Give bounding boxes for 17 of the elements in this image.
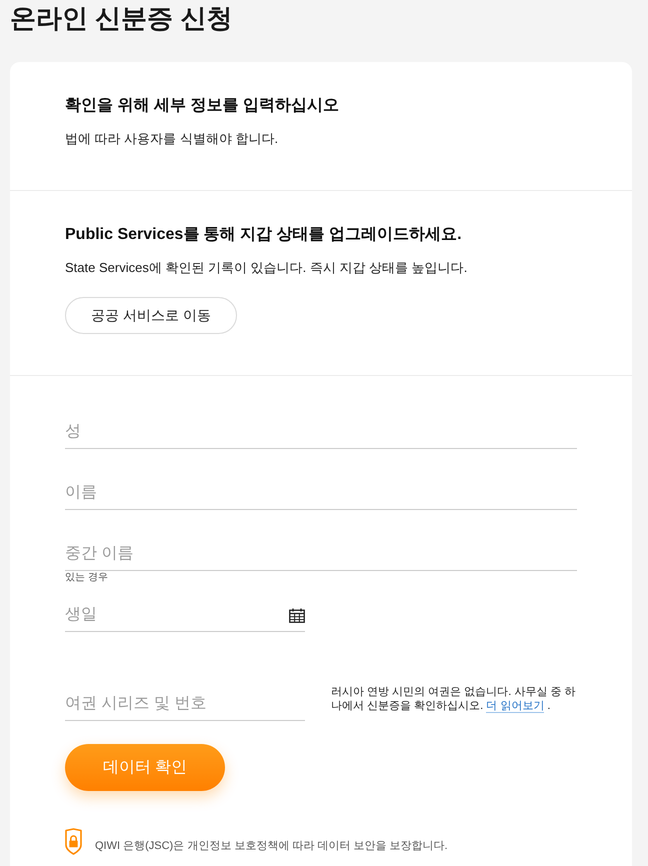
input-field[interactable]: 중간 이름 — [65, 538, 577, 571]
date-field[interactable]: 생일 — [65, 599, 305, 632]
input-field[interactable]: 이름 — [65, 477, 577, 510]
section-heading: 확인을 위해 세부 정보를 입력하십시오 — [65, 96, 339, 116]
field-note: 러시아 연방 시민의 여권은 없습니다. 사무실 중 하나에서 신분증을 확인하십시오. 더 읽어보기 . — [331, 685, 576, 713]
input-field[interactable]: 여권 시리즈 및 번호 — [65, 688, 305, 721]
shield-lock-icon — [65, 828, 82, 855]
field-hint: 있는 경우 — [65, 572, 109, 584]
security-note: QIWI 은행(JSC)은 개인정보 보호정책에 따라 데이터 보안을 보장합니다. — [95, 839, 448, 853]
section-text: 법에 따라 사용자를 식별해야 합니다. — [65, 130, 278, 148]
calendar-icon[interactable] — [289, 608, 305, 623]
section-heading: Public Services를 통해 지갑 상태를 업그레이드하세요. — [65, 225, 462, 245]
page-title: 온라인 신분증 신청 — [10, 2, 232, 35]
input-field[interactable]: 성 — [65, 416, 577, 449]
public-services-button[interactable]: 공공 서비스로 이동 — [65, 297, 237, 334]
read-more-link[interactable]: 더 읽어보기 — [486, 700, 544, 713]
section-text: State Services에 확인된 기록이 있습니다. 즉시 지갑 상태를 높입니다. — [65, 259, 468, 277]
